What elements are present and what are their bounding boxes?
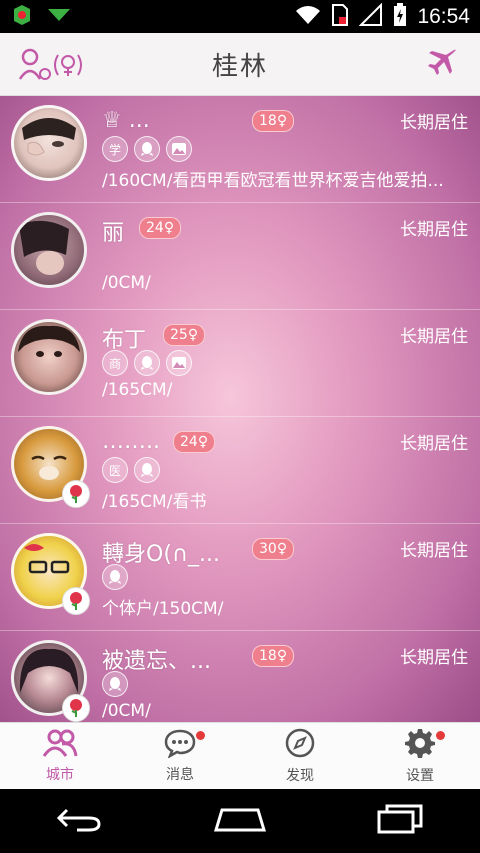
notification-dot [435, 731, 445, 740]
occupation-badge: 医 [102, 457, 128, 483]
user-row[interactable]: …….. 24♀ 长期居住 医 /165CM/看书 [0, 417, 480, 524]
qq-icon [102, 564, 128, 590]
qq-icon [134, 350, 160, 376]
tab-discover[interactable]: 发现 [240, 723, 360, 789]
battery-icon [393, 2, 407, 31]
rose-icon [62, 694, 90, 722]
back-icon [55, 808, 105, 838]
qq-icon [102, 671, 128, 697]
rose-icon [62, 587, 90, 615]
tab-city[interactable]: 城市 [0, 723, 120, 789]
page-title: 桂林 [211, 51, 268, 82]
sim-card-icon [331, 3, 349, 31]
residence-label: 长期居住 [400, 434, 468, 454]
residence-label: 长期居住 [400, 648, 468, 668]
user-details: 个体户/150CM/ [102, 599, 224, 619]
avatar[interactable] [11, 212, 87, 288]
age-badge: 18♀ [252, 645, 295, 667]
residence-label: 长期居住 [400, 327, 468, 347]
tab-label: 发现 [286, 768, 314, 784]
user-list[interactable]: ♕ ... 18♀ 长期居住 学 /160CM/看西甲看欧冠看世界杯爱吉他爱拍.… [0, 96, 480, 722]
user-details: /160CM/看西甲看欧冠看世界杯爱吉他爱拍... [102, 171, 444, 191]
age-badge: 24♀ [139, 217, 182, 239]
user-row[interactable]: ♕ ... 18♀ 长期居住 学 /160CM/看西甲看欧冠看世界杯爱吉他爱拍.… [0, 96, 480, 203]
back-button[interactable] [55, 804, 105, 838]
tab-label: 城市 [46, 767, 74, 783]
user-details: /0CM/ [102, 701, 151, 721]
gear-icon [404, 727, 436, 763]
user-details: /0CM/ [102, 273, 151, 293]
user-row[interactable]: 被遗忘、... 18♀ 长期居住 /0CM/ [0, 631, 480, 722]
photo-icon [166, 350, 192, 376]
residence-label: 长期居住 [400, 541, 468, 561]
gender-filter-button[interactable] [18, 47, 88, 83]
user-details: /165CM/看书 [102, 492, 207, 512]
age-badge: 30♀ [252, 538, 295, 560]
recents-button[interactable] [375, 804, 425, 838]
occupation-badge: 学 [102, 136, 128, 162]
age-badge: 25♀ [163, 324, 206, 346]
clock: 16:54 [417, 4, 470, 28]
age-badge: 18♀ [252, 110, 295, 132]
people-icon [42, 728, 78, 762]
residence-label: 长期居住 [400, 113, 468, 133]
home-icon [213, 808, 267, 836]
tab-label: 消息 [166, 767, 194, 783]
wifi-icon [295, 4, 321, 30]
qq-icon [134, 457, 160, 483]
signal-icon [359, 2, 383, 31]
compass-icon [284, 727, 316, 763]
bottom-nav: 城市 消息 发现 设置 [0, 722, 480, 789]
residence-label: 长期居住 [400, 220, 468, 240]
top-bar: 桂林 [0, 33, 480, 96]
age-badge: 24♀ [173, 431, 216, 453]
tab-label: 设置 [406, 768, 434, 784]
user-row[interactable]: 轉身O(∩_... 30♀ 长期居住 个体户/150CM/ [0, 524, 480, 631]
user-name: ♕ ... [102, 108, 150, 133]
recents-icon [375, 804, 425, 838]
download-icon [46, 5, 72, 29]
status-bar: 16:54 [0, 0, 480, 33]
user-row[interactable]: 布丁 25♀ 长期居住 商 /165CM/ [0, 310, 480, 417]
user-row[interactable]: 丽 24♀ 长期居住 /0CM/ [0, 203, 480, 310]
avatar[interactable] [11, 319, 87, 395]
photo-icon [166, 136, 192, 162]
qq-icon [134, 136, 160, 162]
tab-messages[interactable]: 消息 [120, 723, 240, 789]
occupation-badge: 商 [102, 350, 128, 376]
chat-icon [163, 728, 197, 762]
gender-filter-icon [18, 48, 88, 87]
travel-button[interactable] [426, 47, 462, 83]
tab-settings[interactable]: 设置 [360, 723, 480, 789]
avatar[interactable] [11, 105, 87, 181]
home-button[interactable] [213, 806, 267, 836]
user-name: 丽 [102, 221, 125, 246]
rose-icon [62, 480, 90, 508]
user-name: …….. [102, 429, 160, 454]
app-notification-icon [10, 3, 34, 31]
system-nav-bar [0, 789, 480, 853]
notification-dot [195, 731, 205, 740]
user-details: /165CM/ [102, 380, 173, 400]
airplane-icon [426, 49, 458, 83]
